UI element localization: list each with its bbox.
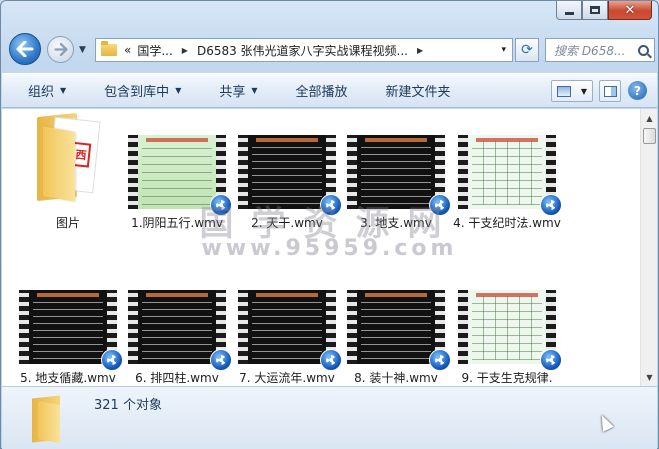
organize-label: 组织 xyxy=(28,85,55,100)
back-arrow-icon xyxy=(16,41,34,57)
search-icon xyxy=(638,44,649,56)
item-count: 321 个对象 xyxy=(94,398,162,413)
file-list: 国学资源网 www.95959.com 西 图片 1.阴阳五行.wmv 2. 天… xyxy=(2,109,657,386)
change-view-button[interactable]: ▼ xyxy=(551,80,593,102)
maximize-icon xyxy=(590,6,600,14)
scroll-up-icon[interactable]: ▲ xyxy=(642,110,657,126)
details-pane: 321 个对象 xyxy=(2,386,657,449)
forward-arrow-icon xyxy=(53,43,68,56)
chevron-down-icon: ▼ xyxy=(251,86,258,95)
close-icon: ✕ xyxy=(624,2,636,18)
video-thumbnail xyxy=(458,290,562,371)
address-bar[interactable]: « 国学... ▶ D6583 张伟光道家八字实战课程视频... ▶ ▾ xyxy=(95,38,513,62)
watermark-url: www.95959.com xyxy=(201,236,458,261)
preview-pane-icon xyxy=(603,85,617,97)
breadcrumb-separator-icon[interactable]: ▶ xyxy=(411,46,429,55)
folder-icon: 西 xyxy=(33,109,103,202)
video-thumbnail xyxy=(347,290,451,371)
close-button[interactable]: ✕ xyxy=(608,1,652,20)
list-item-video[interactable]: 9. 干支生克规律. xyxy=(452,290,562,387)
minimize-button[interactable] xyxy=(556,1,582,20)
video-thumbnail xyxy=(347,135,451,216)
navigation-bar: ▼ « 国学... ▶ D6583 张伟光道家八字实战课程视频... ▶ ▾ ⟳… xyxy=(9,33,655,67)
item-label: 6. 排四柱.wmv xyxy=(135,371,219,385)
list-item-video[interactable]: 1.阴阳五行.wmv xyxy=(122,135,232,232)
caption-buttons: ✕ xyxy=(556,1,652,21)
list-item-video[interactable]: 8. 装十神.wmv xyxy=(341,290,451,387)
preview-pane-button[interactable] xyxy=(599,80,621,102)
video-thumbnail xyxy=(128,135,232,216)
list-item-video[interactable]: 3. 地支.wmv xyxy=(341,135,451,232)
view-icon xyxy=(556,85,571,97)
folder-icon xyxy=(101,41,117,56)
new-folder-button[interactable]: 新建文件夹 xyxy=(360,74,463,107)
media-player-icon xyxy=(210,349,232,371)
breadcrumb-item[interactable]: 国学... xyxy=(134,42,175,59)
media-player-icon xyxy=(101,349,123,371)
item-label: 7. 大运流年.wmv xyxy=(239,371,335,385)
media-player-icon xyxy=(429,194,451,216)
folder-icon xyxy=(32,393,72,443)
new-folder-label: 新建文件夹 xyxy=(385,85,451,100)
video-thumbnail xyxy=(238,135,342,216)
media-player-icon xyxy=(320,194,342,216)
media-player-icon xyxy=(540,349,562,371)
organize-button[interactable]: 组织 ▼ xyxy=(2,74,78,107)
video-thumbnail xyxy=(128,290,232,371)
scroll-thumb[interactable] xyxy=(643,128,656,144)
media-player-icon xyxy=(429,349,451,371)
media-player-icon xyxy=(320,349,342,371)
list-item-video[interactable]: 2. 天干.wmv xyxy=(232,135,342,232)
recent-pages-dropdown-icon[interactable]: ▼ xyxy=(79,45,86,55)
list-item-video[interactable]: 5. 地支循藏.wmv xyxy=(13,290,123,387)
help-icon: ? xyxy=(634,83,641,98)
refresh-button[interactable]: ⟳ xyxy=(515,38,539,62)
chevron-down-icon: ▼ xyxy=(175,86,182,95)
video-thumbnail xyxy=(238,290,342,371)
vertical-scrollbar[interactable]: ▲ ▼ xyxy=(640,109,657,386)
help-button[interactable]: ? xyxy=(628,81,647,100)
item-label: 3. 地支.wmv xyxy=(360,216,432,230)
breadcrumb-item[interactable]: D6583 张伟光道家八字实战课程视频... xyxy=(194,42,411,59)
list-item-video[interactable]: 6. 排四柱.wmv xyxy=(122,290,232,387)
video-thumbnail xyxy=(458,135,562,216)
maximize-button[interactable] xyxy=(582,1,608,20)
share-label: 共享 xyxy=(219,85,246,100)
play-all-label: 全部播放 xyxy=(295,85,348,100)
list-item-video[interactable]: 4. 干支纪时法.wmv xyxy=(452,135,562,232)
forward-button[interactable] xyxy=(47,36,74,63)
item-label: 4. 干支纪时法.wmv xyxy=(453,216,561,230)
item-label: 5. 地支循藏.wmv xyxy=(20,371,116,385)
chevron-down-icon: ▼ xyxy=(60,86,67,95)
back-button[interactable] xyxy=(9,33,41,65)
breadcrumb-separator-icon[interactable]: ▶ xyxy=(176,46,194,55)
explorer-window: ✕ ▼ « 国学... ▶ D6583 张伟光道家八字实战课程视频... ▶ ▾… xyxy=(0,0,659,449)
address-overflow[interactable]: « xyxy=(121,43,134,57)
minimize-icon xyxy=(564,11,574,15)
play-all-button[interactable]: 全部播放 xyxy=(270,74,360,107)
share-button[interactable]: 共享 ▼ xyxy=(193,74,269,107)
item-label: 1.阴阳五行.wmv xyxy=(131,216,223,230)
item-label: 8. 装十神.wmv xyxy=(354,371,438,385)
search-placeholder: 搜索 D658... xyxy=(554,43,626,58)
list-item-video[interactable]: 7. 大运流年.wmv xyxy=(232,290,342,387)
video-thumbnail xyxy=(19,290,123,371)
include-in-library-button[interactable]: 包含到库中 ▼ xyxy=(78,74,193,107)
list-item-folder[interactable]: 西 图片 xyxy=(13,109,123,232)
include-library-label: 包含到库中 xyxy=(104,85,170,100)
search-input[interactable]: 搜索 D658... xyxy=(545,38,655,62)
scroll-down-icon[interactable]: ▼ xyxy=(642,369,657,385)
address-dropdown-icon[interactable]: ▾ xyxy=(501,45,506,55)
item-label: 9. 干支生克规律. xyxy=(461,371,553,385)
command-bar: 组织 ▼ 包含到库中 ▼ 共享 ▼ 全部播放 新建文件夹 ▼ ? xyxy=(2,73,657,108)
item-label: 2. 天干.wmv xyxy=(251,216,323,230)
media-player-icon xyxy=(210,194,232,216)
item-label: 图片 xyxy=(55,216,80,230)
chevron-down-icon[interactable]: ▼ xyxy=(581,87,587,96)
refresh-icon: ⟳ xyxy=(521,42,533,58)
media-player-icon xyxy=(540,194,562,216)
